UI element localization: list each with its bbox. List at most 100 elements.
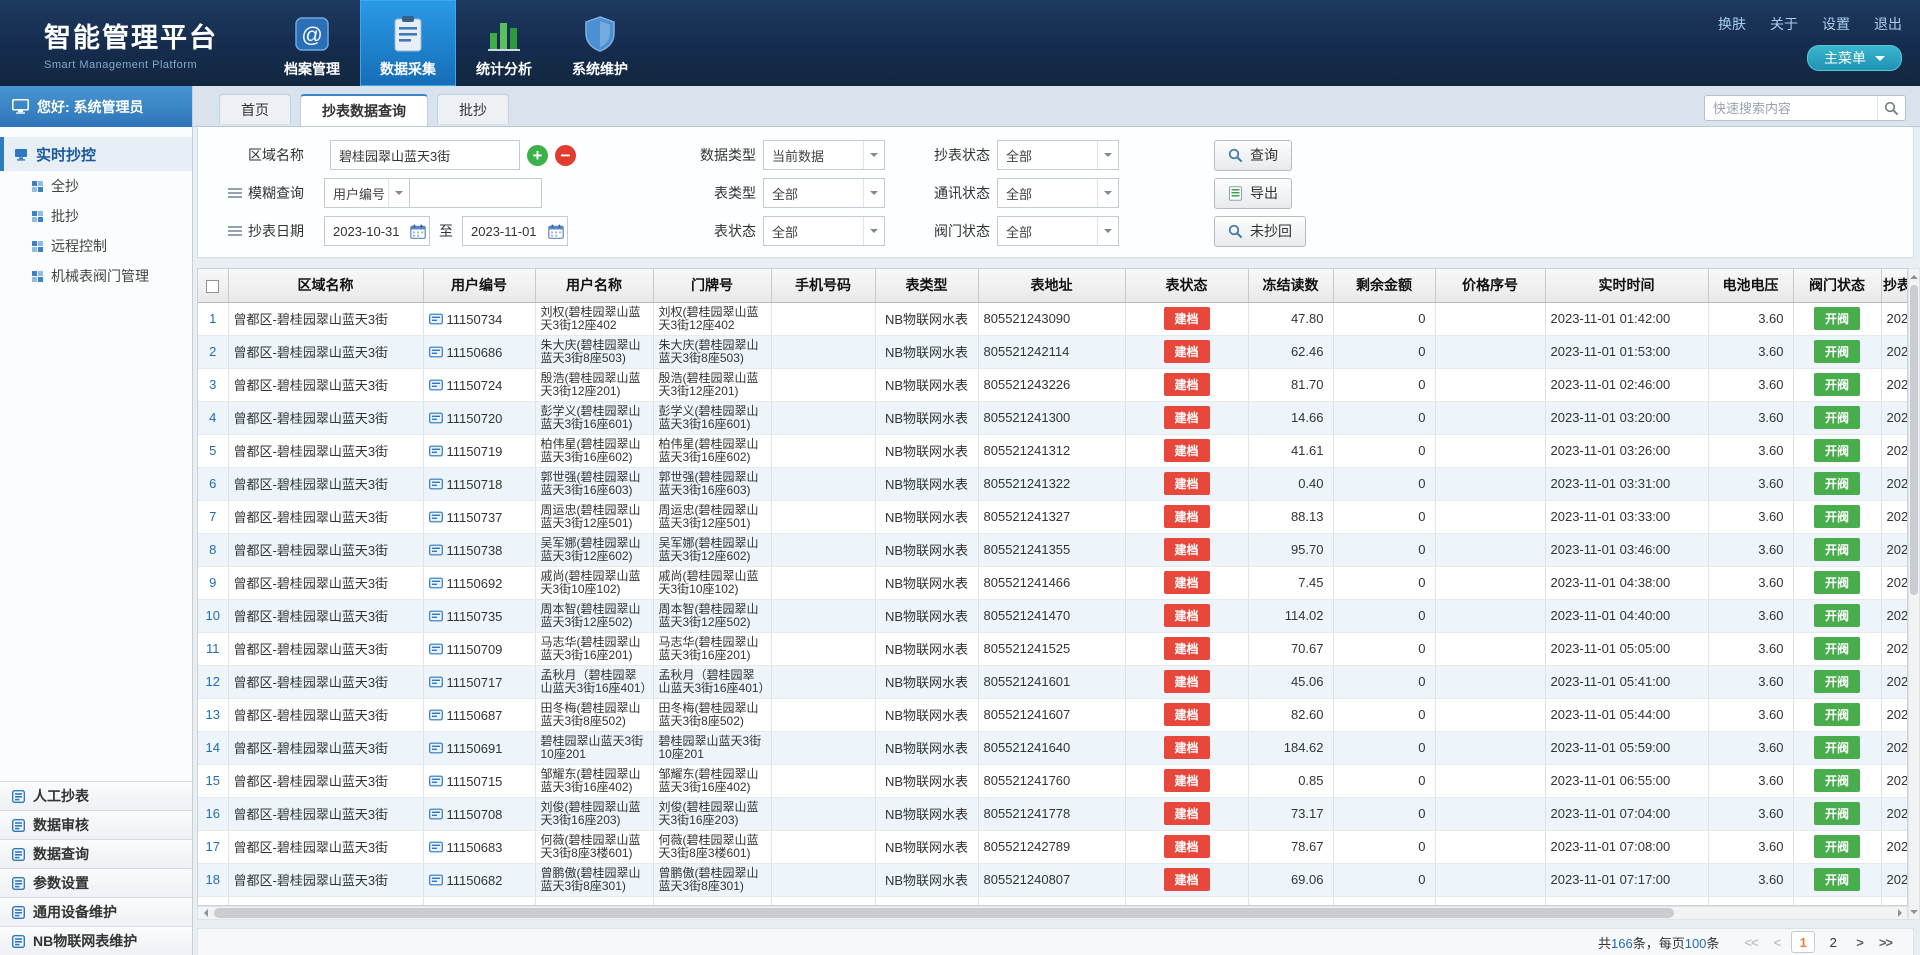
page-button-1[interactable]: 1: [1791, 931, 1815, 953]
nav-item-archive[interactable]: @档案管理: [264, 0, 360, 86]
area-cell: 曾都区-碧桂园翠山蓝天3街: [228, 632, 423, 665]
table-row[interactable]: 14曾都区-碧桂园翠山蓝天3街11150691碧桂园翠山蓝天3街10座201碧桂…: [198, 731, 1908, 764]
page-button-2[interactable]: 2: [1821, 931, 1845, 953]
sidebar-item-full-read[interactable]: 全抄: [0, 171, 192, 201]
query-button[interactable]: 查询: [1214, 140, 1292, 171]
nav-item-collect[interactable]: 数据采集: [360, 0, 456, 86]
read-status-select[interactable]: 全部: [997, 140, 1119, 170]
unread-button[interactable]: 未抄回: [1214, 216, 1306, 247]
table-row[interactable]: 1曾都区-碧桂园翠山蓝天3街11150734刘权(碧桂园翠山蓝天3街12座402…: [198, 302, 1908, 335]
table-row[interactable]: 16曾都区-碧桂园翠山蓝天3街11150708刘俊(碧桂园翠山蓝天3街16座20…: [198, 797, 1908, 830]
door-no-cell: 戚尚(碧桂园翠山蓝天3街10座102): [653, 566, 771, 599]
table-row[interactable]: 17曾都区-碧桂园翠山蓝天3街11150683何薇(碧桂园翠山蓝天3街8座3楼6…: [198, 830, 1908, 863]
add-area-icon[interactable]: +: [527, 145, 548, 166]
meter-type-cell: NB物联网水表: [875, 368, 978, 401]
data-type-select[interactable]: 当前数据: [763, 140, 885, 170]
phone-cell: [771, 335, 875, 368]
last-page-button[interactable]: >>: [1874, 933, 1897, 952]
scroll-down-icon[interactable]: [1909, 905, 1919, 919]
top-link-about[interactable]: 关于: [1770, 14, 1798, 34]
tab-home[interactable]: 首页: [219, 94, 291, 124]
export-button[interactable]: 导出: [1214, 178, 1292, 209]
table-row[interactable]: 10曾都区-碧桂园翠山蓝天3街11150735周本智(碧桂园翠山蓝天3街12座5…: [198, 599, 1908, 632]
collapse-handle-icon[interactable]: [228, 188, 242, 198]
sidebar-item-remote-control[interactable]: 远程控制: [0, 231, 192, 261]
panel-icon: [12, 819, 25, 832]
top-link-settings[interactable]: 设置: [1822, 14, 1850, 34]
door-no-cell: 王俊(碧桂园翠山蓝: [653, 896, 771, 906]
sidebar-item-data-query[interactable]: 数据查询: [0, 839, 192, 868]
quick-search-button[interactable]: [1877, 96, 1905, 120]
meter-type-cell: NB物联网水表: [875, 830, 978, 863]
comm-status-select[interactable]: 全部: [997, 178, 1119, 208]
collapse-handle-icon[interactable]: [228, 226, 242, 236]
user-name-cell: 殷浩(碧桂园翠山蓝天3街12座201): [535, 368, 653, 401]
table-row[interactable]: 8曾都区-碧桂园翠山蓝天3街11150738吴军娜(碧桂园翠山蓝天3街12座60…: [198, 533, 1908, 566]
sidebar-item-data-audit[interactable]: 数据审核: [0, 810, 192, 839]
sidebar-item-nb-meter-maintain[interactable]: NB物联网表维护: [0, 926, 192, 955]
main-menu-button[interactable]: 主菜单: [1807, 45, 1902, 71]
h-scroll-thumb[interactable]: [214, 908, 1674, 918]
scroll-up-icon[interactable]: [1909, 269, 1919, 283]
table-row[interactable]: 13曾都区-碧桂园翠山蓝天3街11150687田冬梅(碧桂园翠山蓝天3街8座50…: [198, 698, 1908, 731]
top-link-skin[interactable]: 换肤: [1718, 14, 1746, 34]
table-row[interactable]: 5曾都区-碧桂园翠山蓝天3街11150719柏伟星(碧桂园翠山蓝天3街16座60…: [198, 434, 1908, 467]
v-scroll-thumb[interactable]: [1910, 285, 1918, 595]
table-row[interactable]: 18曾都区-碧桂园翠山蓝天3街11150682曾鹏傲(碧桂园翠山蓝天3街8座30…: [198, 863, 1908, 896]
first-page-button[interactable]: <<: [1739, 933, 1762, 952]
scroll-right-icon[interactable]: [1893, 907, 1907, 919]
table-row[interactable]: 王俊(碧桂园翠山蓝王俊(碧桂园翠山蓝: [198, 896, 1908, 906]
table-row[interactable]: 2曾都区-碧桂园翠山蓝天3街11150686朱大庆(碧桂园翠山蓝天3街8座503…: [198, 335, 1908, 368]
table-row[interactable]: 3曾都区-碧桂园翠山蓝天3街11150724殷浩(碧桂园翠山蓝天3街12座201…: [198, 368, 1908, 401]
top-link-logout[interactable]: 退出: [1874, 14, 1902, 34]
fuzzy-query-input[interactable]: [410, 178, 542, 208]
table-row[interactable]: 12曾都区-碧桂园翠山蓝天3街11150717孟秋月（碧桂园翠山蓝天3街16座4…: [198, 665, 1908, 698]
phone-cell: [771, 566, 875, 599]
sidebar-item-realtime-reading[interactable]: 实时抄控: [0, 137, 192, 171]
calendar-icon[interactable]: [548, 224, 564, 239]
read-time-cell: 2023-: [1881, 731, 1908, 764]
tab-reading-query[interactable]: 抄表数据查询: [300, 94, 428, 126]
column-header: 用户编号: [423, 269, 535, 302]
voltage-cell: 3.60: [1708, 599, 1793, 632]
table-row[interactable]: 7曾都区-碧桂园翠山蓝天3街11150737周运忠(碧桂园翠山蓝天3街12座50…: [198, 500, 1908, 533]
select-all-checkbox[interactable]: [206, 280, 219, 293]
balance-cell: 0: [1333, 698, 1435, 731]
sidebar-item-batch-read[interactable]: 批抄: [0, 201, 192, 231]
horizontal-scrollbar[interactable]: [197, 906, 1908, 920]
meter-type-select[interactable]: 全部: [763, 178, 885, 208]
table-row[interactable]: 9曾都区-碧桂园翠山蓝天3街11150692戚尚(碧桂园翠山蓝天3街10座102…: [198, 566, 1908, 599]
valve-status-select[interactable]: 全部: [997, 216, 1119, 246]
sidebar-item-device-maintain[interactable]: 通用设备维护: [0, 897, 192, 926]
table-row[interactable]: 4曾都区-碧桂园翠山蓝天3街11150720彭学义(碧桂园翠山蓝天3街16座60…: [198, 401, 1908, 434]
fuzzy-field-select[interactable]: 用户编号: [324, 178, 410, 208]
nav-item-label: 数据采集: [380, 59, 436, 79]
pager: <<<12>>>: [1739, 931, 1897, 953]
quick-search-input[interactable]: [1705, 101, 1877, 116]
meter-status-cell: 建档: [1125, 401, 1248, 434]
valve-badge: 开阀: [1814, 340, 1860, 363]
panel-icon: [12, 877, 25, 890]
sidebar-item-param-settings[interactable]: 参数设置: [0, 868, 192, 897]
nav-item-stats[interactable]: 统计分析: [456, 0, 552, 86]
table-row[interactable]: 6曾都区-碧桂园翠山蓝天3街11150718郭世强(碧桂园翠山蓝天3街16座60…: [198, 467, 1908, 500]
area-name-input[interactable]: [330, 140, 520, 170]
next-page-button[interactable]: >: [1851, 933, 1868, 952]
nav-item-maintain[interactable]: 系统维护: [552, 0, 648, 86]
price-no-cell: [1435, 335, 1545, 368]
status-badge: 建档: [1164, 373, 1210, 396]
realtime-cell: 2023-11-01 02:46:00: [1545, 368, 1708, 401]
meter-status-select[interactable]: 全部: [763, 216, 885, 246]
calendar-icon[interactable]: [410, 224, 426, 239]
scroll-left-icon[interactable]: [198, 907, 212, 919]
prev-page-button[interactable]: <: [1769, 933, 1786, 952]
tab-batch-read[interactable]: 批抄: [437, 94, 509, 124]
sidebar-item-mech-valve[interactable]: 机械表阀门管理: [0, 261, 192, 291]
phone-cell: [771, 533, 875, 566]
read-time-cell: 2023-: [1881, 335, 1908, 368]
sidebar-item-manual-reading[interactable]: 人工抄表: [0, 781, 192, 810]
table-row[interactable]: 11曾都区-碧桂园翠山蓝天3街11150709马志华(碧桂园翠山蓝天3街16座2…: [198, 632, 1908, 665]
table-row[interactable]: 15曾都区-碧桂园翠山蓝天3街11150715邹耀东(碧桂园翠山蓝天3街16座4…: [198, 764, 1908, 797]
vertical-scrollbar[interactable]: [1908, 268, 1920, 920]
remove-area-icon[interactable]: −: [555, 145, 576, 166]
